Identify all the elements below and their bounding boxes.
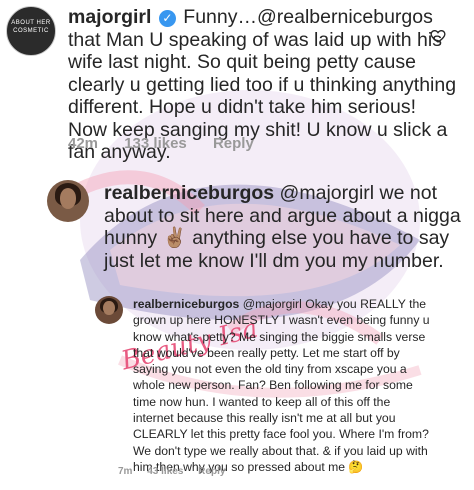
avatar[interactable] [95,296,123,324]
comment-likes[interactable]: 43 likes [147,466,183,477]
comment-username[interactable]: majorgirl [68,6,151,28]
heart-icon[interactable] [430,28,446,44]
reply-button[interactable]: Reply [213,135,254,152]
comment-time: 42m [68,135,99,152]
comment-username[interactable]: realberniceburgos [133,297,239,311]
comment-likes[interactable]: 133 likes [124,135,187,152]
comment-meta: 42m 133 likes Reply [68,135,276,152]
comment-time: 7m [118,466,133,477]
comment-text: @majorgirl Okay you REALLY the grown up … [133,297,430,474]
comment-meta: 7m 43 likes Reply [118,466,237,477]
avatar-face [59,187,77,209]
comment: realberniceburgos @majorgirl we not abou… [104,182,464,272]
avatar-face [103,301,115,316]
reply-button[interactable]: Reply [198,466,225,477]
avatar[interactable]: ABOUT HER COSMETIC [6,6,56,56]
comment: realberniceburgos @majorgirl Okay you RE… [133,296,433,475]
avatar[interactable] [47,180,89,222]
verified-badge-icon: ✓ [158,10,176,27]
comment-username[interactable]: realberniceburgos [104,182,274,204]
avatar-logo-text: ABOUT HER COSMETIC [11,20,51,34]
